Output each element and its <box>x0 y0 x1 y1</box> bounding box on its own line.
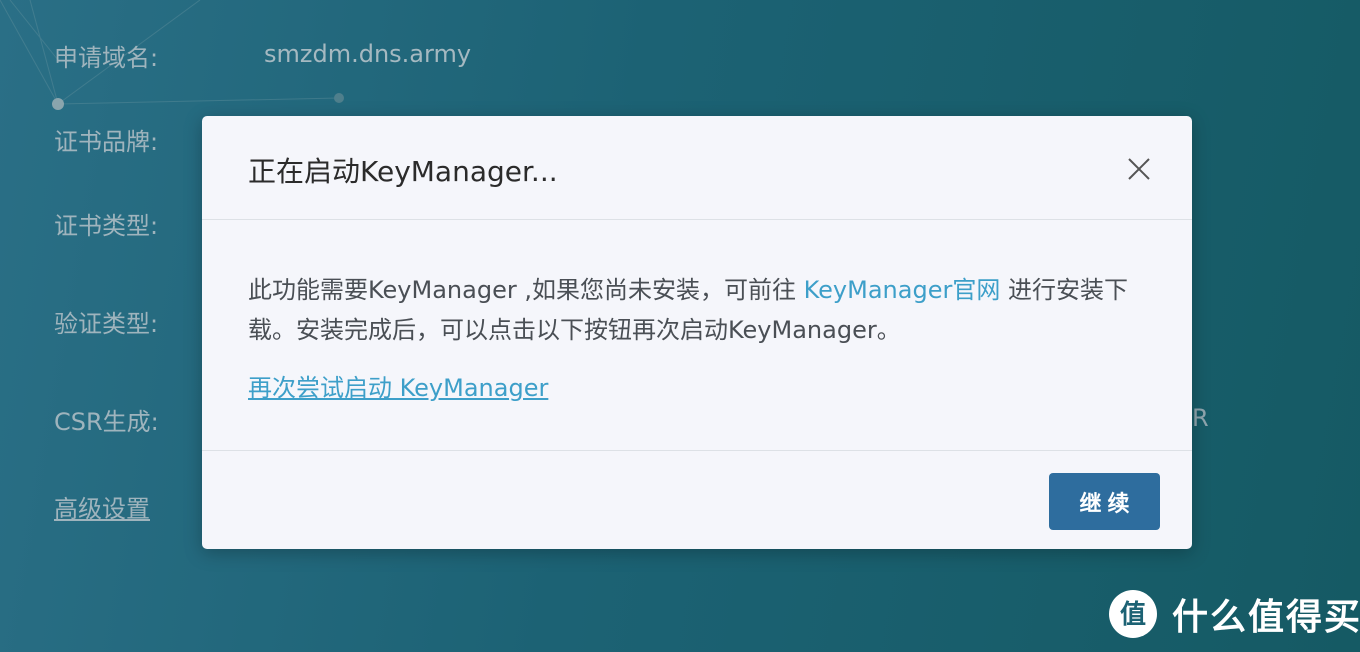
clipped-text: R <box>1192 404 1209 432</box>
retry-launch-link[interactable]: 再次尝试启动 KeyManager <box>248 368 548 403</box>
close-button[interactable] <box>1126 156 1152 182</box>
advanced-settings-link[interactable]: 高级设置 <box>54 489 150 524</box>
domain-label: 申请域名: <box>54 44 159 72</box>
brand-label: 证书品牌: <box>54 128 159 156</box>
continue-button[interactable]: 继续 <box>1049 473 1160 530</box>
domain-value: smzdm.dns.army <box>264 40 472 68</box>
logo-char: 值 <box>1120 600 1146 630</box>
dialog-body: 此功能需要KeyManager ,如果您尚未安装，可前往 KeyManager官… <box>202 220 1192 451</box>
dialog-footer: 继续 <box>202 451 1192 549</box>
close-icon <box>1128 158 1150 180</box>
dialog-header: 正在启动KeyManager... <box>202 116 1192 220</box>
dialog-title: 正在启动KeyManager... <box>248 155 558 188</box>
watermark-text: 什么值得买 <box>1172 597 1360 638</box>
official-site-link[interactable]: KeyManager官网 <box>804 276 1001 304</box>
smzdm-logo-icon: 值 <box>1109 590 1157 638</box>
csr-label: CSR生成: <box>54 408 159 436</box>
watermark: 值 什么值得买 <box>1108 588 1360 640</box>
dialog-message: 此功能需要KeyManager ,如果您尚未安装，可前往 KeyManager官… <box>248 270 1148 350</box>
cert-type-label: 证书类型: <box>54 212 159 240</box>
message-part1: 此功能需要KeyManager ,如果您尚未安装，可前往 <box>248 276 804 304</box>
keymanager-dialog: 正在启动KeyManager... 此功能需要KeyManager ,如果您尚未… <box>202 116 1192 549</box>
verify-type-label: 验证类型: <box>54 310 159 338</box>
